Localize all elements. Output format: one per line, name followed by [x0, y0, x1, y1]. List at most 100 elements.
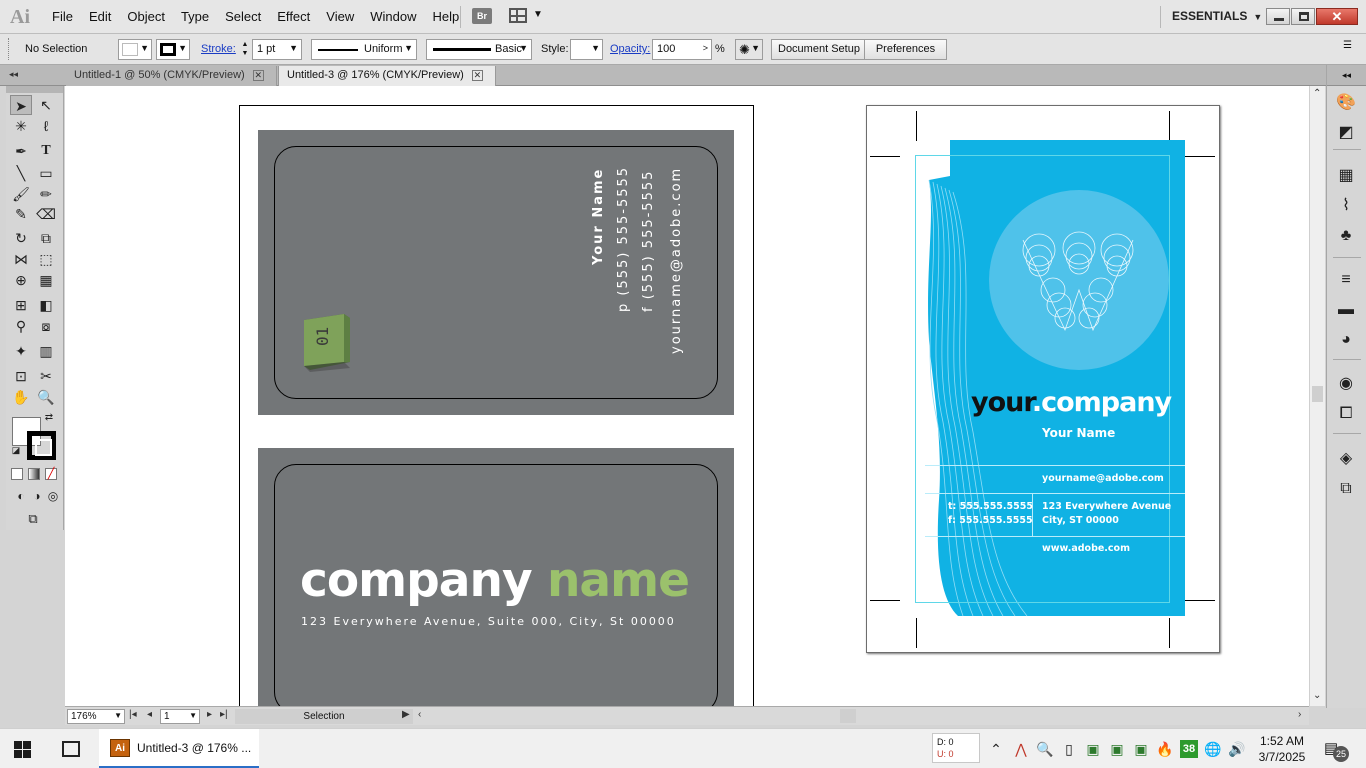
arrange-documents-button[interactable]: ▼: [509, 8, 543, 24]
transparency-icon[interactable]: ◕: [1335, 329, 1357, 351]
menu-object[interactable]: Object: [119, 9, 173, 24]
document-setup-button[interactable]: Document Setup: [771, 39, 867, 60]
stroke-weight-field[interactable]: 1 pt ▼: [252, 39, 302, 60]
tab-untitled-3[interactable]: Untitled-3 @ 176% (CMYK/Preview) ✕: [278, 66, 496, 86]
magic-wand-tool-icon[interactable]: ✳: [10, 116, 32, 136]
tray-app-icon[interactable]: ⋀: [1012, 740, 1030, 758]
windows-start-icon[interactable]: [14, 741, 31, 758]
artboards-icon[interactable]: ⧉: [1335, 478, 1357, 500]
pen-tool-icon[interactable]: ✒: [10, 141, 32, 161]
first-artboard-icon[interactable]: |◂: [129, 709, 137, 720]
stroke-color-picker[interactable]: ▼: [156, 39, 190, 60]
expand-panels-icon[interactable]: ◂◂: [1327, 65, 1366, 86]
stroke-color-swatch[interactable]: [27, 431, 56, 460]
graphic-styles-icon[interactable]: ⧠: [1335, 403, 1357, 425]
recolor-artwork-button[interactable]: ✺ ▼: [735, 39, 763, 60]
workspace-switcher[interactable]: ESSENTIALS ▼: [1172, 9, 1262, 23]
gradient-tool-icon[interactable]: ◧: [35, 295, 57, 315]
gradient-mode-button[interactable]: [28, 468, 40, 480]
swap-colors-icon[interactable]: ⇄: [42, 411, 56, 425]
scroll-left-icon[interactable]: ‹: [418, 709, 421, 720]
taskbar-illustrator-button[interactable]: Ai Untitled-3 @ 176% ...: [99, 729, 259, 768]
swatches-icon[interactable]: ▦: [1335, 165, 1357, 187]
free-transform-tool-icon[interactable]: ⬚: [35, 249, 57, 269]
tray-network-drive-icon[interactable]: ▣: [1084, 740, 1102, 758]
previous-artboard-icon[interactable]: ◂: [147, 709, 152, 720]
menu-view[interactable]: View: [318, 9, 362, 24]
status-menu-icon[interactable]: ▶: [402, 709, 410, 720]
menu-select[interactable]: Select: [217, 9, 269, 24]
rectangle-tool-icon[interactable]: ▭: [35, 163, 57, 183]
menu-type[interactable]: Type: [173, 9, 217, 24]
stroke-label[interactable]: Stroke:: [201, 43, 236, 55]
default-colors-icon[interactable]: ◪: [10, 444, 22, 456]
menu-window[interactable]: Window: [362, 9, 424, 24]
graphic-style-picker[interactable]: ▼: [570, 39, 603, 60]
brushes-icon[interactable]: ⌇: [1335, 195, 1357, 217]
tray-flame-icon[interactable]: 🔥: [1156, 740, 1174, 758]
scroll-up-icon[interactable]: ⌃: [1313, 88, 1321, 99]
rotate-tool-icon[interactable]: ↻: [10, 228, 32, 248]
vertical-scrollbar[interactable]: ⌃ ⌄: [1309, 86, 1325, 706]
chevron-up-icon[interactable]: ⌃: [987, 740, 1005, 758]
appearance-icon[interactable]: ◉: [1335, 373, 1357, 395]
shape-builder-tool-icon[interactable]: ⊕: [10, 270, 32, 290]
screen-mode-icon[interactable]: ⧉: [22, 509, 44, 529]
next-artboard-icon[interactable]: ▸: [207, 709, 212, 720]
width-tool-icon[interactable]: ⋈: [10, 249, 32, 269]
color-panel-icon[interactable]: 🎨: [1335, 92, 1357, 114]
draw-inside-icon[interactable]: ◎: [42, 486, 64, 506]
artboard-right[interactable]: your.company Your Name yourname@adobe.co…: [866, 105, 1220, 653]
canvas[interactable]: Your Name p (555) 555-5555 f (555) 555-5…: [65, 86, 1325, 706]
minimize-button[interactable]: [1266, 8, 1290, 25]
color-guide-icon[interactable]: ◩: [1335, 122, 1357, 144]
task-view-icon[interactable]: [62, 741, 80, 757]
line-tool-icon[interactable]: ╲: [10, 163, 32, 183]
panel-menu-icon[interactable]: ☰: [1343, 40, 1352, 51]
close-icon[interactable]: ✕: [471, 69, 483, 81]
business-card-back[interactable]: company name 123 Everywhere Avenue, Suit…: [258, 448, 734, 706]
opacity-label[interactable]: Opacity:: [610, 43, 650, 55]
collapse-tools-icon[interactable]: ◂◂: [9, 69, 18, 80]
restore-button[interactable]: [1291, 8, 1315, 25]
brush-definition[interactable]: Basic ▼: [426, 39, 532, 60]
slice-tool-icon[interactable]: ✂: [35, 366, 57, 386]
variable-width-profile[interactable]: Uniform ▼: [311, 39, 417, 60]
last-artboard-icon[interactable]: ▸|: [220, 709, 228, 720]
tools-panel-header[interactable]: [6, 86, 63, 93]
globe-icon[interactable]: 🌐: [1204, 740, 1222, 758]
selection-tool-icon[interactable]: ➤: [10, 95, 32, 115]
type-tool-icon[interactable]: T: [35, 141, 57, 161]
blend-tool-icon[interactable]: ⧇: [35, 316, 57, 336]
tray-counter-badge[interactable]: 38: [1180, 740, 1198, 758]
symbol-sprayer-tool-icon[interactable]: ✦: [10, 341, 32, 361]
opacity-field[interactable]: 100 >: [652, 39, 712, 60]
volume-icon[interactable]: 🔊: [1228, 740, 1246, 758]
symbols-icon[interactable]: ♣: [1335, 225, 1357, 247]
scroll-thumb[interactable]: [1312, 386, 1323, 402]
horizontal-scroll-thumb[interactable]: [840, 709, 856, 723]
stroke-weight-spinner[interactable]: ▲ ▼: [240, 40, 250, 59]
close-icon[interactable]: ✕: [252, 69, 264, 81]
panel-grip[interactable]: [8, 38, 11, 60]
gradient-panel-icon[interactable]: ▬: [1335, 299, 1357, 321]
mesh-tool-icon[interactable]: ⊞: [10, 295, 32, 315]
menu-file[interactable]: File: [44, 9, 81, 24]
tab-untitled-1[interactable]: Untitled-1 @ 50% (CMYK/Preview) ✕: [66, 66, 277, 86]
menu-effect[interactable]: Effect: [269, 9, 318, 24]
hand-tool-icon[interactable]: ✋: [10, 387, 32, 407]
bridge-button[interactable]: Br: [472, 8, 492, 24]
tray-usb-icon[interactable]: ▯: [1060, 740, 1078, 758]
system-clock[interactable]: 1:52 AM 3/7/2025: [1257, 733, 1307, 765]
menu-edit[interactable]: Edit: [81, 9, 119, 24]
tray-sync-icon[interactable]: ▣: [1108, 740, 1126, 758]
artboard-tool-icon[interactable]: ⊡: [10, 366, 32, 386]
paintbrush-tool-icon[interactable]: 🖌: [10, 184, 32, 204]
close-button[interactable]: ✕: [1316, 8, 1358, 25]
stroke-panel-icon[interactable]: ≡: [1335, 269, 1357, 291]
tray-storage-icon[interactable]: ▣: [1132, 740, 1150, 758]
direct-selection-tool-icon[interactable]: ↖: [35, 95, 57, 115]
artboard-left[interactable]: Your Name p (555) 555-5555 f (555) 555-5…: [239, 105, 754, 706]
scroll-right-icon[interactable]: ›: [1298, 709, 1301, 720]
fill-color-picker[interactable]: ▼: [118, 39, 152, 60]
